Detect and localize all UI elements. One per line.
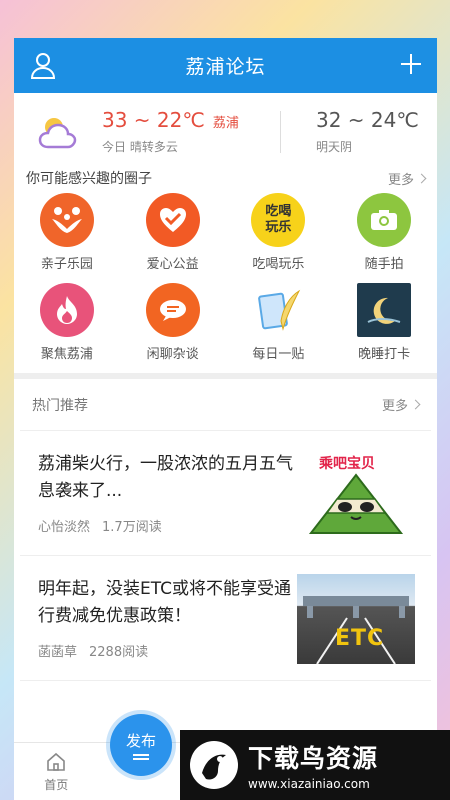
circles-header: 你可能感兴趣的圈子 更多 <box>14 165 437 191</box>
top-bar: 荔浦论坛 <box>14 38 437 93</box>
tomorrow-weather-desc: 明天阴 <box>316 140 353 154</box>
watermark-url: www.xiazainiao.com <box>248 777 370 791</box>
icon-text: 玩乐 <box>265 220 292 235</box>
watermark-title: 下载鸟资源 <box>248 744 379 773</box>
city-label: 荔浦 <box>212 116 239 131</box>
hot-header: 热门推荐 更多 <box>20 379 431 431</box>
family-icon <box>39 193 94 247</box>
circle-label: 爱心公益 <box>146 257 199 272</box>
hot-title: 热门推荐 <box>32 397 88 414</box>
bird-logo-icon <box>190 741 238 789</box>
circle-item-family[interactable]: 亲子乐园 <box>14 193 120 283</box>
heart-hand-icon <box>145 193 200 247</box>
circle-label: 闲聊杂谈 <box>146 347 199 362</box>
hot-more-link[interactable]: 更多 <box>381 395 421 414</box>
today-temperature: 33 ~ 22℃ <box>102 108 205 132</box>
post-author: 菡菡草 <box>38 645 78 660</box>
circle-item-night-checkin[interactable]: 晚睡打卡 <box>331 283 437 373</box>
post-reads: 1.7万阅读 <box>102 520 162 535</box>
tab-label: 首页 <box>44 777 69 792</box>
circle-item-charity[interactable]: 爱心公益 <box>120 193 226 283</box>
circles-title: 你可能感兴趣的圈子 <box>26 171 152 187</box>
circle-item-snapshot[interactable]: 随手拍 <box>331 193 437 283</box>
circles-more-link[interactable]: 更多 <box>387 169 427 188</box>
user-icon[interactable] <box>30 51 56 79</box>
circle-item-focus[interactable]: 聚焦荔浦 <box>14 283 120 373</box>
circle-label: 随手拍 <box>364 257 404 272</box>
feather-note-icon <box>251 283 306 337</box>
camera-icon <box>357 193 412 247</box>
chevron-right-icon <box>416 173 427 183</box>
circles-grid: 亲子乐园 爱心公益 吃喝 玩乐 吃喝玩乐 随手拍 聚焦荔浦 闲聊杂谈 每日一贴 … <box>14 193 437 373</box>
circle-label: 吃喝玩乐 <box>252 257 305 272</box>
post-item[interactable]: 荔浦柴火行，一股浓浓的五月五气息袭来了... 心怡淡然 1.7万阅读 乘吧宝贝 <box>20 431 431 556</box>
more-label: 更多 <box>387 172 414 188</box>
tomorrow-temperature: 32 ~ 24℃ <box>316 108 419 132</box>
flame-icon <box>39 283 94 337</box>
publish-button[interactable]: 发布 <box>110 714 172 776</box>
menu-lines-icon <box>133 754 149 760</box>
circle-label: 每日一贴 <box>252 347 305 362</box>
moon-night-icon <box>357 283 412 337</box>
today-weather-desc: 今日 晴转多云 <box>102 140 178 154</box>
weather-panel: 33 ~ 22℃ 荔浦 今日 晴转多云 32 ~ 24℃ 明天阴 <box>14 93 437 163</box>
chat-icon <box>145 283 200 337</box>
post-author: 心怡淡然 <box>38 520 91 535</box>
watermark: 下载鸟资源 www.xiazainiao.com <box>180 730 450 800</box>
image-caption: ETC <box>335 626 385 651</box>
circle-item-chat[interactable]: 闲聊杂谈 <box>120 283 226 373</box>
icon-text: 吃喝 <box>265 204 292 219</box>
food-fun-icon: 吃喝 玩乐 <box>251 193 306 247</box>
post-title: 荔浦柴火行，一股浓浓的五月五气息袭来了... <box>38 454 293 501</box>
divider <box>280 111 281 153</box>
zongzi-icon: 乘吧宝贝 <box>297 449 415 539</box>
publish-label: 发布 <box>125 732 156 750</box>
circle-item-food-fun[interactable]: 吃喝 玩乐 吃喝玩乐 <box>226 193 332 283</box>
more-label: 更多 <box>381 399 408 414</box>
add-icon[interactable] <box>399 52 423 76</box>
app-screen: 荔浦论坛 33 ~ 22℃ 荔浦 今日 晴转多云 32 ~ 24℃ 明天阴 你可能… <box>14 38 437 800</box>
page-title: 荔浦论坛 <box>185 56 266 78</box>
post-title: 明年起，没装ETC或将不能享受通行费减免优惠政策！ <box>38 579 291 626</box>
home-icon <box>47 752 66 771</box>
image-caption: 乘吧宝贝 <box>319 456 375 472</box>
circle-item-daily-post[interactable]: 每日一贴 <box>226 283 332 373</box>
circle-label: 晚睡打卡 <box>358 347 411 362</box>
tab-home[interactable]: 首页 <box>14 743 99 800</box>
post-meta: 心怡淡然 1.7万阅读 <box>38 516 162 535</box>
post-reads: 2288阅读 <box>89 645 149 660</box>
post-item[interactable]: 明年起，没装ETC或将不能享受通行费减免优惠政策！ 菡菡草 2288阅读 ETC <box>20 556 431 681</box>
chevron-right-icon <box>410 399 421 410</box>
circle-label: 聚焦荔浦 <box>40 347 93 362</box>
etc-road-icon: ETC <box>297 574 415 664</box>
post-meta: 菡菡草 2288阅读 <box>38 641 148 660</box>
circle-label: 亲子乐园 <box>40 257 93 272</box>
sun-cloud-icon <box>38 118 77 149</box>
